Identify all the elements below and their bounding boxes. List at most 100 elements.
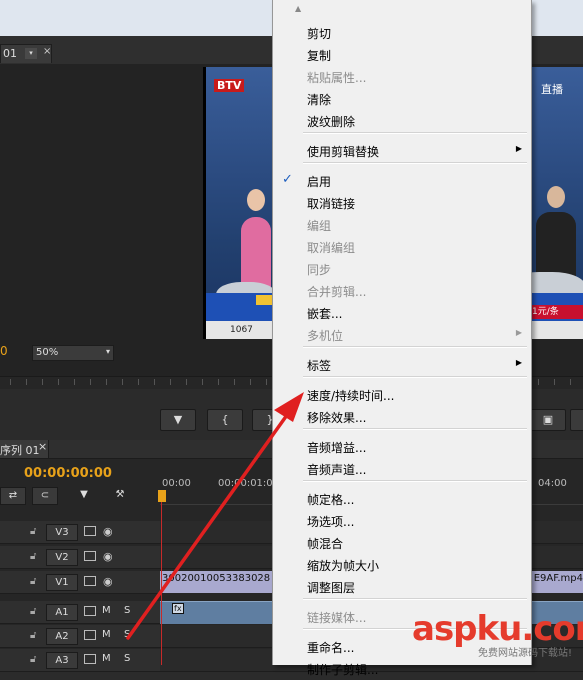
menu-item[interactable]: 多机位 ▶ xyxy=(273,324,531,346)
menu-item[interactable]: 编组 xyxy=(273,214,531,236)
menu-item[interactable]: 音频增益... xyxy=(273,436,531,458)
menu-item[interactable]: 速度/持续时间... xyxy=(273,384,531,406)
menu-separator xyxy=(303,346,527,348)
ruler-tick xyxy=(234,379,235,385)
ruler-tick xyxy=(570,379,571,385)
menu-item[interactable]: 移除效果... xyxy=(273,406,531,428)
menu-item[interactable]: 复制 xyxy=(273,44,531,66)
ruler-tick xyxy=(58,379,59,385)
menu-separator xyxy=(303,428,527,430)
menu-item-label: 取消编组 xyxy=(307,241,356,255)
film-icon[interactable] xyxy=(84,576,96,586)
lock-icon[interactable]: 🔓︎ xyxy=(30,630,36,641)
insert-edit-icon[interactable]: ⇄ xyxy=(0,487,26,505)
live-label: 直播 xyxy=(541,83,563,96)
ruler-tick xyxy=(106,379,107,385)
export-frame-button[interactable]: ▣ xyxy=(530,409,566,431)
menu-item[interactable]: 清除 xyxy=(273,88,531,110)
menu-item[interactable]: 波纹删除 xyxy=(273,110,531,132)
monitor-tab-close-icon[interactable]: × xyxy=(43,46,51,57)
menu-item-label: 取消链接 xyxy=(307,197,356,211)
menu-separator xyxy=(303,598,527,600)
wrench-icon[interactable]: ⚒ xyxy=(108,487,132,503)
menu-item[interactable]: 粘贴属性... xyxy=(273,66,531,88)
menu-item[interactable]: 场选项... xyxy=(273,510,531,532)
track-name-v3[interactable]: V3 xyxy=(46,524,78,541)
monitor-tab-dropdown-icon[interactable]: ▾ xyxy=(25,48,37,59)
menu-item[interactable]: 同步 xyxy=(273,258,531,280)
mute-button[interactable]: M xyxy=(102,605,111,616)
mute-button[interactable]: M xyxy=(102,653,111,664)
snap-icon[interactable]: ⊂ xyxy=(32,487,58,505)
menu-item-label: 编组 xyxy=(307,219,332,233)
eye-icon[interactable]: ◉ xyxy=(103,550,113,563)
anchor-man-head xyxy=(547,186,565,208)
mark-in-button[interactable]: { xyxy=(207,409,243,431)
menu-item[interactable]: 缩放为帧大小 xyxy=(273,554,531,576)
add-marker-icon[interactable]: ▼ xyxy=(72,487,96,503)
solo-button[interactable]: S xyxy=(124,629,130,640)
menu-item-label: 使用剪辑替换 xyxy=(307,145,380,159)
menu-item[interactable]: 嵌套... xyxy=(273,302,531,324)
menu-item-label: 音频增益... xyxy=(307,441,367,455)
lock-icon[interactable]: 🔓︎ xyxy=(30,654,36,665)
scroll-up-icon[interactable]: ▲ xyxy=(295,4,301,13)
solo-button[interactable]: S xyxy=(124,653,130,664)
menu-item-label: 速度/持续时间... xyxy=(307,389,395,403)
menu-item[interactable]: 标签 ▶ xyxy=(273,354,531,376)
menu-item[interactable]: 取消链接 xyxy=(273,192,531,214)
film-icon[interactable] xyxy=(84,526,96,536)
track-header-v1: 🔓︎ V1 ◉ xyxy=(0,571,160,594)
lock-icon[interactable]: 🔓︎ xyxy=(30,551,36,562)
fx-badge: fx xyxy=(172,603,184,614)
monitor-tab[interactable]: 01 ▾ × xyxy=(0,44,52,63)
lock-icon[interactable]: 🔓︎ xyxy=(30,576,36,587)
film-icon[interactable] xyxy=(84,606,96,616)
film-icon[interactable] xyxy=(84,630,96,640)
menu-item[interactable]: 帧混合 xyxy=(273,532,531,554)
menu-item[interactable]: ✓ 启用 xyxy=(273,170,531,192)
menu-item[interactable]: 使用剪辑替换 ▶ xyxy=(273,140,531,162)
add-marker-button[interactable]: ▼ xyxy=(160,409,196,431)
menu-item[interactable]: 取消编组 xyxy=(273,236,531,258)
menu-item[interactable]: 帧定格... xyxy=(273,488,531,510)
ruler-tick xyxy=(42,379,43,385)
mute-button[interactable]: M xyxy=(102,629,111,640)
eye-icon[interactable]: ◉ xyxy=(103,575,113,588)
track-name-v2[interactable]: V2 xyxy=(46,549,78,566)
menu-separator xyxy=(303,162,527,164)
ruler-tick xyxy=(186,379,187,385)
eye-icon[interactable]: ◉ xyxy=(103,525,113,538)
menu-item[interactable]: 调整图层 xyxy=(273,576,531,598)
monitor-timecode: 0 xyxy=(0,344,8,358)
playhead-handle[interactable] xyxy=(158,490,166,502)
menu-item[interactable]: 合并剪辑... xyxy=(273,280,531,302)
menu-item[interactable]: 制作子剪辑... xyxy=(273,658,531,680)
menu-item-label: 重命名... xyxy=(307,641,355,655)
zoom-select[interactable]: 50% ▾ xyxy=(32,345,114,361)
lock-icon[interactable]: 🔓︎ xyxy=(30,606,36,617)
track-name-v1[interactable]: V1 xyxy=(46,574,78,591)
film-icon[interactable] xyxy=(84,654,96,664)
timeline-tab-close-icon[interactable]: × xyxy=(38,440,47,453)
timeline-tab-label: 序列 01 xyxy=(0,444,40,457)
menu-item[interactable]: 音频声道... xyxy=(273,458,531,480)
timeline-tab[interactable]: 序列 01 × xyxy=(0,440,49,458)
timeline-timecode[interactable]: 00:00:00:00 xyxy=(24,466,112,481)
anchor-woman-head xyxy=(247,189,265,211)
ruler-tick xyxy=(10,379,11,385)
menu-item-label: 调整图层 xyxy=(307,581,356,595)
lock-icon[interactable]: 🔓︎ xyxy=(30,526,36,537)
track-name-a1[interactable]: A1 xyxy=(46,604,78,621)
more-button[interactable]: » xyxy=(570,409,583,431)
track-name-a3[interactable]: A3 xyxy=(46,652,78,669)
channel-logo: BTV xyxy=(214,79,245,92)
video-clip-name: 30020010053383028 xyxy=(162,573,271,584)
playhead-line xyxy=(161,502,162,665)
solo-button[interactable]: S xyxy=(124,605,130,616)
film-icon[interactable] xyxy=(84,551,96,561)
menu-item[interactable]: 剪切 xyxy=(273,22,531,44)
menu-item-label: 帧混合 xyxy=(307,537,344,551)
track-name-a2[interactable]: A2 xyxy=(46,628,78,645)
check-icon: ✓ xyxy=(282,172,293,187)
